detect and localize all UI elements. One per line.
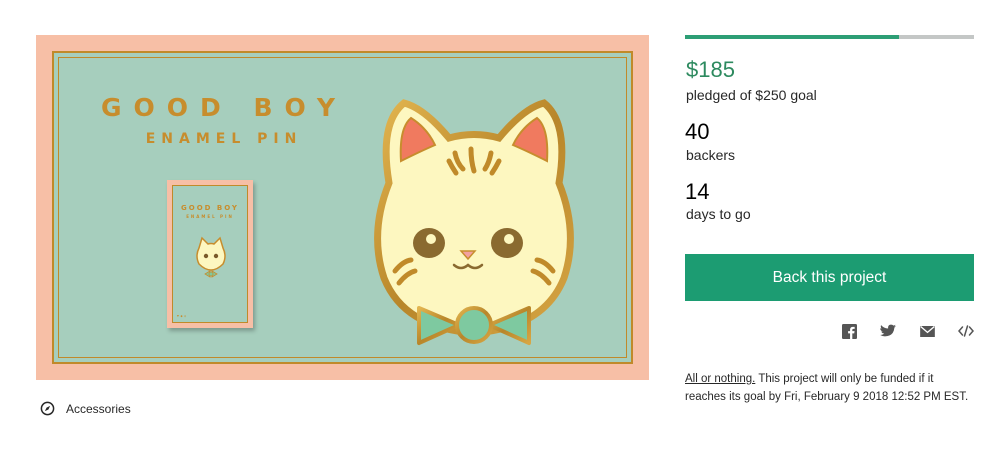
backers-count: 40 bbox=[685, 119, 710, 144]
email-icon[interactable] bbox=[919, 323, 935, 339]
facebook-icon[interactable] bbox=[841, 323, 857, 339]
pin-card: GOOD BOY ENAMEL PIN ♥ ● ◎ bbox=[167, 180, 253, 328]
backers-label: backers bbox=[686, 147, 736, 163]
all-or-nothing-link[interactable]: All or nothing. bbox=[685, 373, 755, 385]
pin-artwork: GOOD BOY ENAMEL PIN GOOD BOY ENAMEL PIN … bbox=[52, 51, 633, 364]
cat-pin-illustration bbox=[374, 99, 574, 345]
back-this-project-button[interactable]: Back this project bbox=[685, 254, 974, 301]
progress-fill bbox=[685, 35, 899, 39]
project-image[interactable]: GOOD BOY ENAMEL PIN GOOD BOY ENAMEL PIN … bbox=[36, 35, 649, 380]
days-to-go-label: days to go bbox=[686, 206, 751, 222]
artwork-subtitle: ENAMEL PIN bbox=[145, 131, 303, 147]
card-title: GOOD BOY bbox=[181, 204, 239, 212]
small-cat-pin bbox=[196, 236, 226, 278]
card-footer: ♥ ● ◎ bbox=[177, 314, 187, 318]
twitter-icon[interactable] bbox=[880, 323, 896, 339]
compass-icon bbox=[40, 401, 55, 416]
embed-icon[interactable] bbox=[958, 323, 974, 339]
category-label: Accessories bbox=[66, 401, 131, 416]
funding-fine-print: All or nothing. This project will only b… bbox=[685, 371, 975, 406]
pledged-label: pledged of $250 goal bbox=[686, 87, 817, 103]
days-to-go-count: 14 bbox=[685, 179, 710, 204]
pledged-amount: $185 bbox=[686, 57, 735, 82]
artwork-title: GOOD BOY bbox=[101, 93, 347, 122]
funding-progress-bar bbox=[685, 35, 974, 39]
card-subtitle: ENAMEL PIN bbox=[186, 214, 234, 219]
category-link[interactable]: Accessories bbox=[40, 401, 131, 416]
